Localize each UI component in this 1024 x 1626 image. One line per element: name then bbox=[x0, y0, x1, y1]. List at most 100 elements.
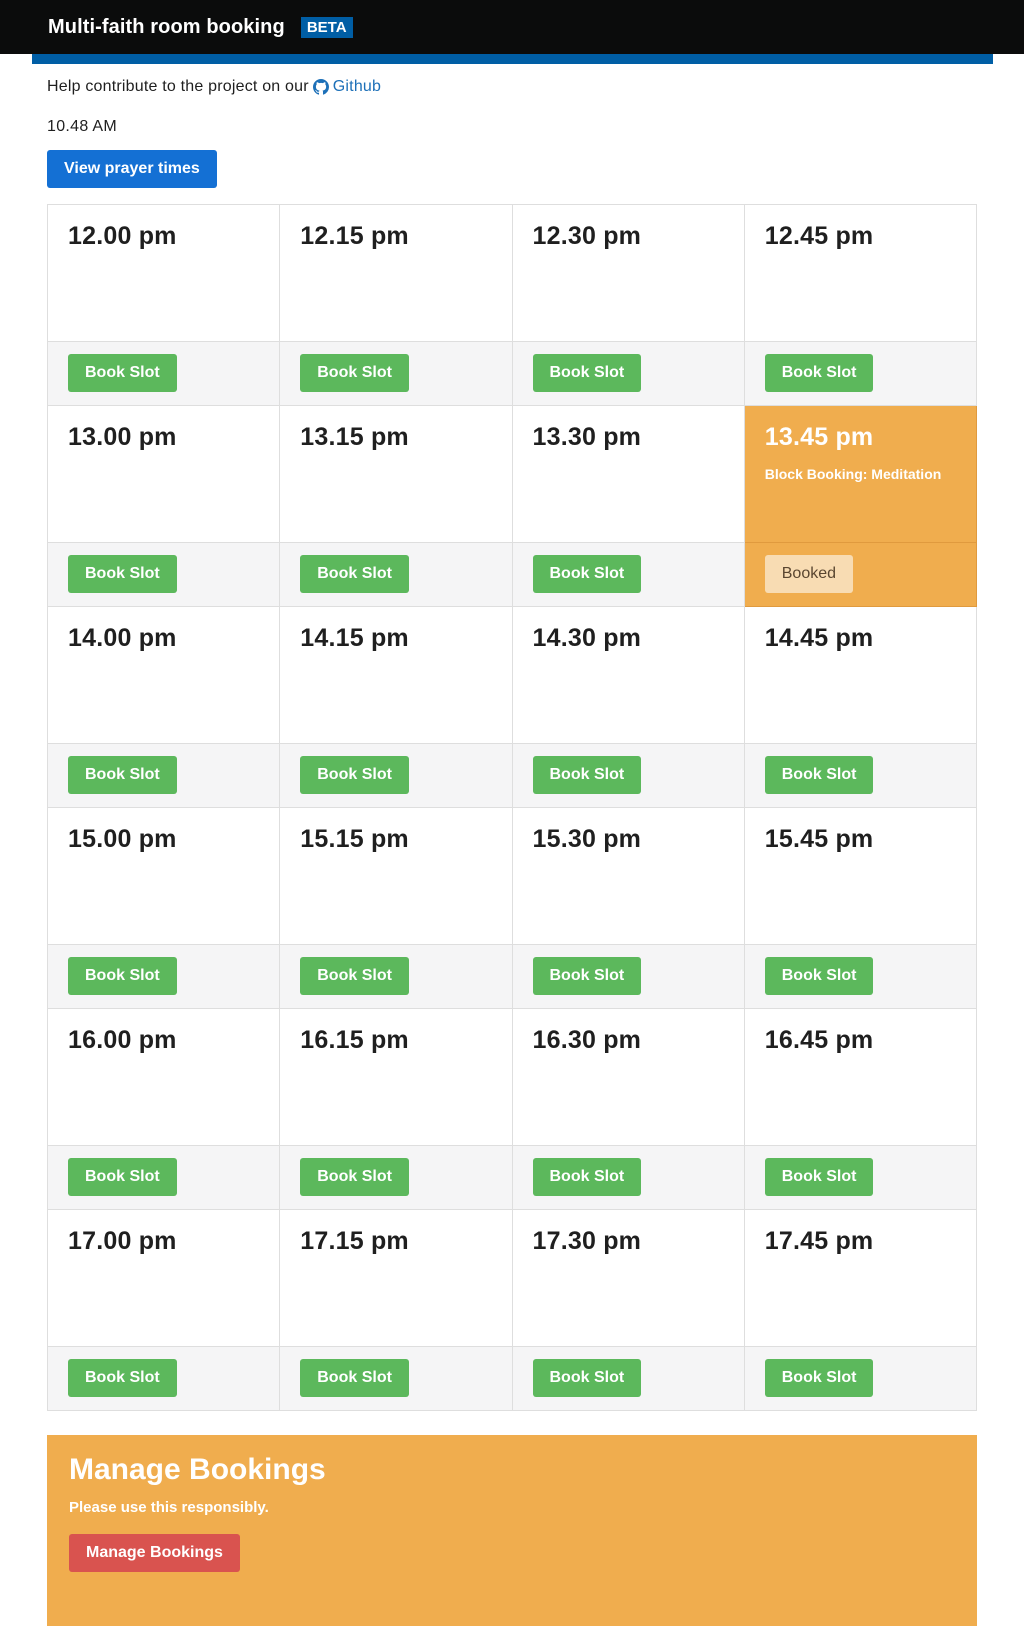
slot-header: 17.15 pm bbox=[280, 1210, 511, 1346]
slot-header: 14.45 pm bbox=[745, 607, 976, 743]
header-rule bbox=[32, 54, 993, 64]
book-slot-button[interactable]: Book Slot bbox=[300, 756, 409, 794]
time-slot: 15.00 pm Book Slot bbox=[48, 808, 281, 1009]
slot-header: 17.45 pm bbox=[745, 1210, 976, 1346]
slot-time: 13.45 pm bbox=[764, 423, 874, 451]
slot-actions: Book Slot bbox=[280, 1346, 512, 1410]
slot-header: 15.45 pm bbox=[745, 808, 976, 944]
time-slot: 13.30 pm Book Slot bbox=[512, 406, 745, 607]
book-slot-button[interactable]: Book Slot bbox=[532, 1158, 642, 1196]
slot-header: 14.15 pm bbox=[280, 607, 511, 743]
book-slot-button[interactable]: Book Slot bbox=[532, 756, 642, 794]
time-slot: 17.15 pm Book Slot bbox=[280, 1210, 513, 1411]
slot-time: 17.00 pm bbox=[68, 1227, 177, 1255]
time-slot: 17.30 pm Book Slot bbox=[512, 1210, 745, 1411]
time-slot: 17.45 pm Book Slot bbox=[744, 1210, 977, 1411]
slot-actions: Book Slot bbox=[280, 542, 512, 606]
github-icon bbox=[312, 79, 329, 95]
book-slot-button[interactable]: Book Slot bbox=[532, 354, 642, 392]
slot-actions: Book Slot bbox=[280, 944, 512, 1008]
time-slot: 16.30 pm Book Slot bbox=[512, 1009, 745, 1210]
book-slot-button[interactable]: Book Slot bbox=[68, 957, 177, 995]
booked-indicator: Booked bbox=[764, 555, 854, 593]
contribute-text: Help contribute to the project on our bbox=[47, 78, 309, 95]
slot-time: 16.15 pm bbox=[300, 1026, 409, 1054]
slot-time: 17.45 pm bbox=[764, 1227, 874, 1255]
time-slot: 15.15 pm Book Slot bbox=[280, 808, 513, 1009]
slot-grid: 12.00 pm Book Slot 12.15 pm Book Slot 12.30 … bbox=[47, 204, 977, 1411]
book-slot-button[interactable]: Book Slot bbox=[764, 756, 874, 794]
manage-bookings-panel: Manage Bookings Please use this responsi… bbox=[47, 1435, 977, 1626]
slot-actions: Booked bbox=[744, 542, 976, 606]
book-slot-button[interactable]: Book Slot bbox=[300, 555, 409, 593]
slot-time: 14.45 pm bbox=[764, 624, 874, 652]
app-title[interactable]: Multi-faith room booking bbox=[48, 16, 285, 39]
book-slot-button[interactable]: Book Slot bbox=[68, 354, 177, 392]
slot-time: 15.15 pm bbox=[300, 825, 409, 853]
slot-time: 15.30 pm bbox=[532, 825, 642, 853]
contribute-line: Help contribute to the project on our Gi… bbox=[47, 78, 977, 96]
view-prayer-times-button[interactable]: View prayer times bbox=[47, 150, 217, 188]
manage-bookings-button[interactable]: Manage Bookings bbox=[69, 1534, 240, 1572]
time-slot: 14.30 pm Book Slot bbox=[512, 607, 745, 808]
time-slot: 12.00 pm Book Slot bbox=[48, 205, 281, 406]
time-slot: 16.45 pm Book Slot bbox=[744, 1009, 977, 1210]
github-link-label: Github bbox=[332, 78, 382, 95]
book-slot-button[interactable]: Book Slot bbox=[532, 1359, 642, 1397]
slot-header: 14.00 pm bbox=[48, 607, 279, 743]
slot-time: 12.45 pm bbox=[764, 222, 874, 250]
time-slot: 14.00 pm Book Slot bbox=[48, 607, 281, 808]
slot-actions: Book Slot bbox=[48, 542, 280, 606]
slot-header: 16.45 pm bbox=[745, 1009, 976, 1145]
time-slot: 15.45 pm Book Slot bbox=[744, 808, 977, 1009]
slot-time: 15.45 pm bbox=[764, 825, 874, 853]
slot-header: 13.45 pm Block Booking: Meditation bbox=[744, 406, 976, 542]
book-slot-button[interactable]: Book Slot bbox=[764, 957, 874, 995]
book-slot-button[interactable]: Book Slot bbox=[764, 1158, 874, 1196]
slot-actions: Book Slot bbox=[280, 743, 512, 807]
book-slot-button[interactable]: Book Slot bbox=[300, 354, 409, 392]
time-slot: 12.15 pm Book Slot bbox=[280, 205, 513, 406]
book-slot-button[interactable]: Book Slot bbox=[300, 957, 409, 995]
book-slot-button[interactable]: Book Slot bbox=[68, 1359, 177, 1397]
slot-header: 16.00 pm bbox=[48, 1009, 279, 1145]
manage-title: Manage Bookings bbox=[69, 1453, 326, 1486]
slot-time: 16.30 pm bbox=[532, 1026, 642, 1054]
slot-header: 17.00 pm bbox=[48, 1210, 279, 1346]
slot-header: 15.30 pm bbox=[513, 808, 744, 944]
book-slot-button[interactable]: Book Slot bbox=[300, 1158, 409, 1196]
slot-actions: Book Slot bbox=[280, 341, 512, 405]
slot-time: 14.00 pm bbox=[68, 624, 177, 652]
book-slot-button[interactable]: Book Slot bbox=[764, 1359, 874, 1397]
slot-time: 12.15 pm bbox=[300, 222, 409, 250]
slot-header: 13.00 pm bbox=[48, 406, 279, 542]
slot-header: 15.15 pm bbox=[280, 808, 511, 944]
time-slot: 16.15 pm Book Slot bbox=[280, 1009, 513, 1210]
slot-time: 12.30 pm bbox=[532, 222, 642, 250]
slot-time: 16.45 pm bbox=[764, 1026, 874, 1054]
slot-time: 16.00 pm bbox=[68, 1026, 177, 1054]
slot-header: 15.00 pm bbox=[48, 808, 279, 944]
slot-actions: Book Slot bbox=[744, 341, 976, 405]
time-slot: 12.45 pm Book Slot bbox=[744, 205, 977, 406]
manage-subtitle: Please use this responsibly. bbox=[69, 1499, 269, 1516]
time-slot: 17.00 pm Book Slot bbox=[48, 1210, 281, 1411]
slot-actions: Book Slot bbox=[744, 944, 976, 1008]
top-header: Multi-faith room booking BETA bbox=[0, 0, 1024, 54]
book-slot-button[interactable]: Book Slot bbox=[764, 354, 874, 392]
github-link[interactable]: Github bbox=[312, 78, 382, 96]
time-slot: 16.00 pm Book Slot bbox=[48, 1009, 281, 1210]
book-slot-button[interactable]: Book Slot bbox=[532, 957, 642, 995]
book-slot-button[interactable]: Book Slot bbox=[68, 1158, 177, 1196]
slot-actions: Book Slot bbox=[744, 743, 976, 807]
book-slot-button[interactable]: Book Slot bbox=[68, 756, 177, 794]
time-slot: 15.30 pm Book Slot bbox=[512, 808, 745, 1009]
slot-time: 14.15 pm bbox=[300, 624, 409, 652]
slot-time: 14.30 pm bbox=[532, 624, 642, 652]
time-slot: 13.15 pm Book Slot bbox=[280, 406, 513, 607]
slot-actions: Book Slot bbox=[48, 1346, 280, 1410]
book-slot-button[interactable]: Book Slot bbox=[68, 555, 177, 593]
book-slot-button[interactable]: Book Slot bbox=[300, 1359, 409, 1397]
book-slot-button[interactable]: Book Slot bbox=[532, 555, 642, 593]
slot-header: 14.30 pm bbox=[513, 607, 744, 743]
